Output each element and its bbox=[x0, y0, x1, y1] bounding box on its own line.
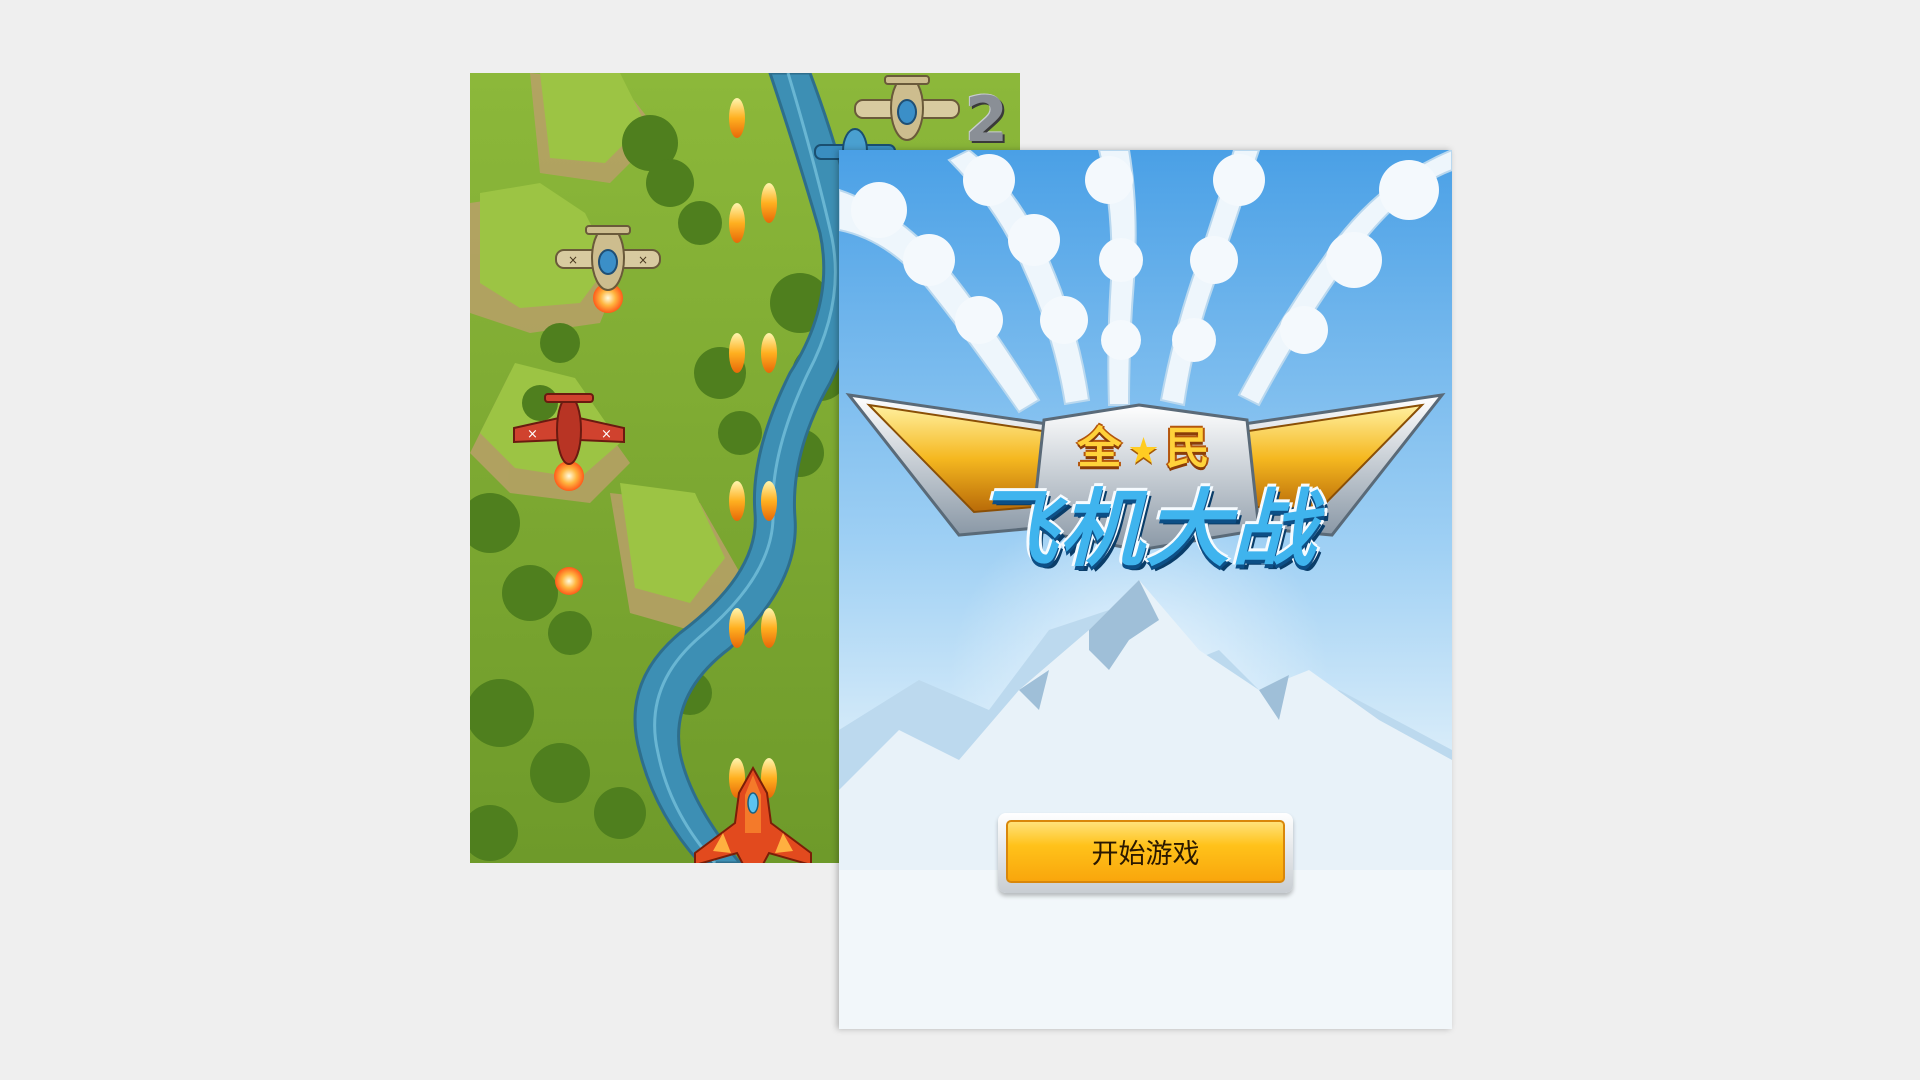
svg-text:×: × bbox=[601, 427, 612, 442]
bullet-icon bbox=[729, 481, 745, 521]
start-game-button-label[interactable]: 开始游戏 bbox=[1006, 820, 1285, 883]
bullet-icon bbox=[761, 481, 777, 521]
svg-text:×: × bbox=[527, 427, 538, 442]
bullet-icon bbox=[761, 333, 777, 373]
bullet-icon bbox=[761, 183, 777, 223]
score-counter: 2 bbox=[964, 83, 1008, 156]
start-game-button[interactable]: 开始游戏 bbox=[998, 813, 1293, 893]
bullet-icon bbox=[729, 333, 745, 373]
bullet-icon bbox=[729, 98, 745, 138]
bullet-icon bbox=[729, 203, 745, 243]
title-background bbox=[839, 150, 1452, 1029]
bullet-icon bbox=[729, 608, 745, 648]
svg-text:×: × bbox=[638, 253, 648, 267]
bullet-icon bbox=[761, 608, 777, 648]
logo-main-text: 飞机大战 bbox=[973, 480, 1318, 578]
svg-text:×: × bbox=[568, 253, 578, 267]
fireball-icon bbox=[554, 461, 584, 491]
title-screen[interactable]: 全★民 飞机大战 开始游戏 bbox=[839, 150, 1452, 1029]
fireball-icon bbox=[555, 567, 583, 595]
